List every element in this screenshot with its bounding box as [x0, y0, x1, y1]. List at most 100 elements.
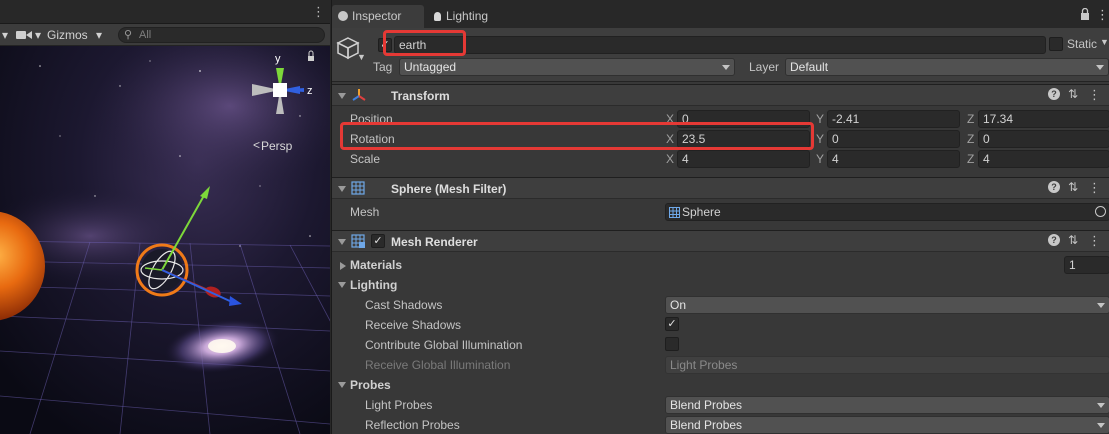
materials-foldout-icon[interactable] — [340, 262, 346, 270]
object-name-field[interactable]: earth — [394, 36, 1046, 54]
more-menu-icon[interactable]: ⋮ — [312, 4, 325, 20]
chevron-down-icon — [1097, 423, 1105, 428]
lock-icon[interactable] — [1080, 7, 1090, 23]
scale-y-field[interactable]: 4 — [827, 150, 960, 168]
materials-count-field[interactable]: 1 — [1064, 256, 1109, 274]
position-y-axis[interactable]: Y — [816, 112, 824, 126]
transform-title: Transform — [391, 89, 450, 103]
foldout-arrow-icon[interactable] — [338, 239, 346, 245]
orientation-gizmo-icon[interactable]: y z — [244, 50, 320, 130]
mesh-filter-header[interactable]: Sphere (Mesh Filter) ? ⇅ ⋮ — [332, 177, 1109, 199]
static-label: Static — [1067, 37, 1098, 51]
position-y-field[interactable]: -2.41 — [827, 110, 960, 128]
axis-y-label: y — [275, 53, 281, 65]
dropdown-arrow-icon[interactable]: ▾ — [2, 27, 8, 43]
receive-gi-value: Light Probes — [670, 358, 738, 372]
scene-search-input[interactable]: ⚲ All — [118, 27, 325, 43]
scale-x-field[interactable]: 4 — [677, 150, 810, 168]
inspector-tab-bar: Inspector Lighting ⋮ — [332, 0, 1109, 28]
static-dropdown-icon[interactable]: ▼ — [1100, 37, 1109, 47]
lighting-foldout-icon[interactable] — [338, 282, 346, 288]
scene-toolbar: ▾ ▾ Gizmos ▾ ⚲ All — [0, 24, 330, 46]
rotation-z-axis[interactable]: Z — [967, 132, 974, 146]
foldout-arrow-icon[interactable] — [338, 186, 346, 192]
camera-icon[interactable] — [15, 27, 33, 43]
scale-label: Scale — [350, 152, 381, 166]
search-icon: ⚲ — [124, 29, 133, 41]
tab-lighting[interactable]: Lighting — [428, 5, 518, 28]
chevron-down-icon — [722, 65, 730, 70]
chevron-down-icon — [1097, 303, 1105, 308]
tag-dropdown[interactable]: Untagged — [399, 58, 735, 76]
tab-inspector[interactable]: Inspector — [332, 5, 424, 28]
position-z-field[interactable]: 17.34 — [978, 110, 1109, 128]
reflection-probes-dropdown[interactable]: Blend Probes — [665, 416, 1109, 434]
rotation-highlight-box — [340, 122, 814, 150]
layer-dropdown[interactable]: Default — [785, 58, 1109, 76]
help-icon[interactable]: ? — [1048, 234, 1060, 246]
scene-view[interactable]: ⋮ ▾ ▾ Gizmos ▾ ⚲ All y z < Persp — [0, 0, 330, 434]
reflection-probes-label: Reflection Probes — [365, 418, 460, 432]
cast-shadows-dropdown[interactable]: On — [665, 296, 1109, 314]
component-header-icons: ? ⇅ ⋮ — [1048, 87, 1106, 104]
chevron-down-icon — [1096, 65, 1104, 70]
mesh-object-field[interactable]: Sphere — [665, 203, 1109, 221]
more-menu-icon[interactable]: ⋮ — [1096, 7, 1109, 23]
persp-icon: < — [253, 138, 261, 152]
mesh-value: Sphere — [682, 205, 721, 219]
scale-z-field[interactable]: 4 — [978, 150, 1109, 168]
persp-label[interactable]: Persp — [261, 139, 292, 153]
lighting-section-label[interactable]: Lighting — [350, 278, 397, 292]
rotation-z-field[interactable]: 0 — [978, 130, 1109, 148]
rotation-y-axis[interactable]: Y — [816, 132, 824, 146]
light-probes-dropdown[interactable]: Blend Probes — [665, 396, 1109, 414]
help-icon[interactable]: ? — [1048, 88, 1060, 100]
camera-dropdown-icon[interactable]: ▾ — [35, 27, 41, 43]
context-menu-icon[interactable]: ⋮ — [1088, 180, 1101, 196]
mesh-renderer-enabled-checkbox[interactable]: ✓ — [371, 234, 385, 248]
scale-x-axis[interactable]: X — [666, 152, 674, 166]
lightbulb-icon — [434, 12, 441, 21]
probes-section-label[interactable]: Probes — [350, 378, 391, 392]
context-menu-icon[interactable]: ⋮ — [1088, 233, 1101, 249]
contribute-gi-label: Contribute Global Illumination — [365, 338, 523, 352]
info-icon — [338, 11, 348, 21]
component-header-icons: ? ⇅ ⋮ — [1048, 180, 1106, 197]
mesh-renderer-icon — [351, 234, 365, 251]
chevron-down-icon — [1097, 403, 1105, 408]
receive-shadows-checkbox[interactable]: ✓ — [665, 317, 679, 331]
position-z-axis[interactable]: Z — [967, 112, 974, 126]
receive-gi-label: Receive Global Illumination — [365, 358, 511, 372]
mesh-renderer-title: Mesh Renderer — [391, 235, 478, 249]
preset-icon[interactable]: ⇅ — [1068, 87, 1078, 101]
help-icon[interactable]: ? — [1048, 181, 1060, 193]
probes-foldout-icon[interactable] — [338, 382, 346, 388]
icon-dropdown-icon[interactable]: ▼ — [357, 52, 366, 62]
tab-inspector-label: Inspector — [352, 9, 402, 23]
preset-icon[interactable]: ⇅ — [1068, 233, 1078, 247]
contribute-gi-checkbox[interactable] — [665, 337, 679, 351]
layer-value: Default — [790, 60, 829, 74]
preset-icon[interactable]: ⇅ — [1068, 180, 1078, 194]
cast-shadows-value: On — [670, 298, 687, 312]
materials-label[interactable]: Materials — [350, 258, 402, 272]
gizmos-dropdown-icon[interactable]: ▾ — [96, 27, 102, 43]
layer-label: Layer — [749, 60, 780, 74]
static-checkbox[interactable] — [1049, 37, 1063, 51]
name-highlight-box — [383, 30, 466, 56]
mesh-grid-icon — [669, 206, 680, 220]
rotation-y-field[interactable]: 0 — [827, 130, 960, 148]
search-placeholder: All — [139, 29, 152, 41]
foldout-arrow-icon[interactable] — [338, 93, 346, 99]
scale-z-axis[interactable]: Z — [967, 152, 974, 166]
scale-y-axis[interactable]: Y — [816, 152, 824, 166]
context-menu-icon[interactable]: ⋮ — [1088, 87, 1101, 103]
object-picker-icon[interactable] — [1095, 206, 1106, 217]
mesh-renderer-header[interactable]: ✓ Mesh Renderer ? ⇅ ⋮ — [332, 230, 1109, 252]
gizmos-button[interactable]: Gizmos — [47, 27, 88, 43]
axis-z-label: z — [307, 85, 313, 97]
scene-canvas[interactable]: y z < Persp — [0, 16, 330, 434]
tag-label: Tag — [373, 60, 393, 74]
transform-header[interactable]: Transform ? ⇅ ⋮ — [332, 84, 1109, 106]
inspector-panel: Inspector Lighting ⋮ ▼ ✓ earth Static ▼ … — [331, 0, 1109, 434]
